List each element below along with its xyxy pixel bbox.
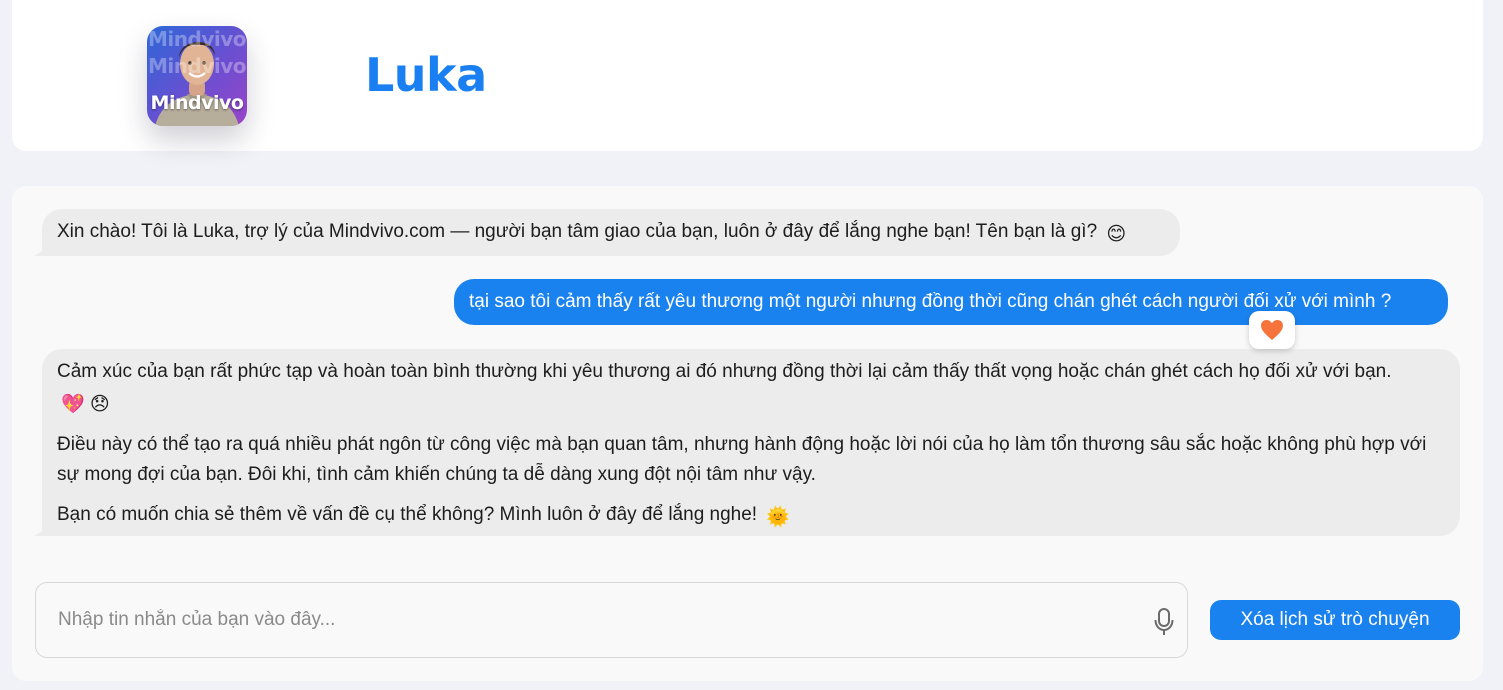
assistant-message: Xin chào! Tôi là Luka, trợ lý của Mindvi…	[34, 209, 1180, 256]
assistant-avatar: Mindvivo Mindvivo Mindvivo	[147, 26, 247, 126]
avatar-watermark: Mindvivo	[148, 54, 246, 78]
message-paragraph: Điều này có thể tạo ra quá nhiều phát ng…	[57, 434, 1427, 485]
reaction-heart-button[interactable]	[1249, 311, 1295, 349]
message-text: tại sao tôi cảm thấy rất yêu thương một …	[469, 291, 1392, 312]
microphone-icon[interactable]	[1153, 607, 1175, 637]
orange-heart-icon	[1261, 320, 1283, 340]
bubble-tail	[34, 246, 50, 256]
smiling-face-emoji: 😊	[1106, 224, 1127, 245]
heart-sad-emoji: 💖 😞	[61, 394, 110, 415]
chat-panel: Xin chào! Tôi là Luka, trợ lý của Mindvi…	[12, 186, 1483, 681]
assistant-header: Mindvivo Mindvivo Mindvivo Luka	[12, 0, 1483, 151]
assistant-message: Cảm xúc của bạn rất phức tạp và hoàn toà…	[34, 349, 1460, 536]
message-paragraph: Cảm xúc của bạn rất phức tạp và hoàn toà…	[57, 357, 1445, 420]
assistant-name: Luka	[365, 48, 487, 102]
clear-history-button[interactable]: Xóa lịch sử trò chuyện	[1210, 600, 1460, 640]
avatar-watermark: Mindvivo	[148, 27, 246, 51]
avatar-brand-label: Mindvivo	[150, 92, 244, 114]
message-input[interactable]	[36, 583, 1136, 657]
message-text: Xin chào! Tôi là Luka, trợ lý của Mindvi…	[57, 221, 1098, 242]
message-paragraph: Bạn có muốn chia sẻ thêm về vấn đề cụ th…	[57, 500, 1445, 533]
user-message: tại sao tôi cảm thấy rất yêu thương một …	[454, 279, 1448, 325]
sun-emoji: 🌞	[766, 507, 791, 528]
bubble-tail	[34, 526, 50, 536]
message-input-box	[35, 582, 1188, 658]
